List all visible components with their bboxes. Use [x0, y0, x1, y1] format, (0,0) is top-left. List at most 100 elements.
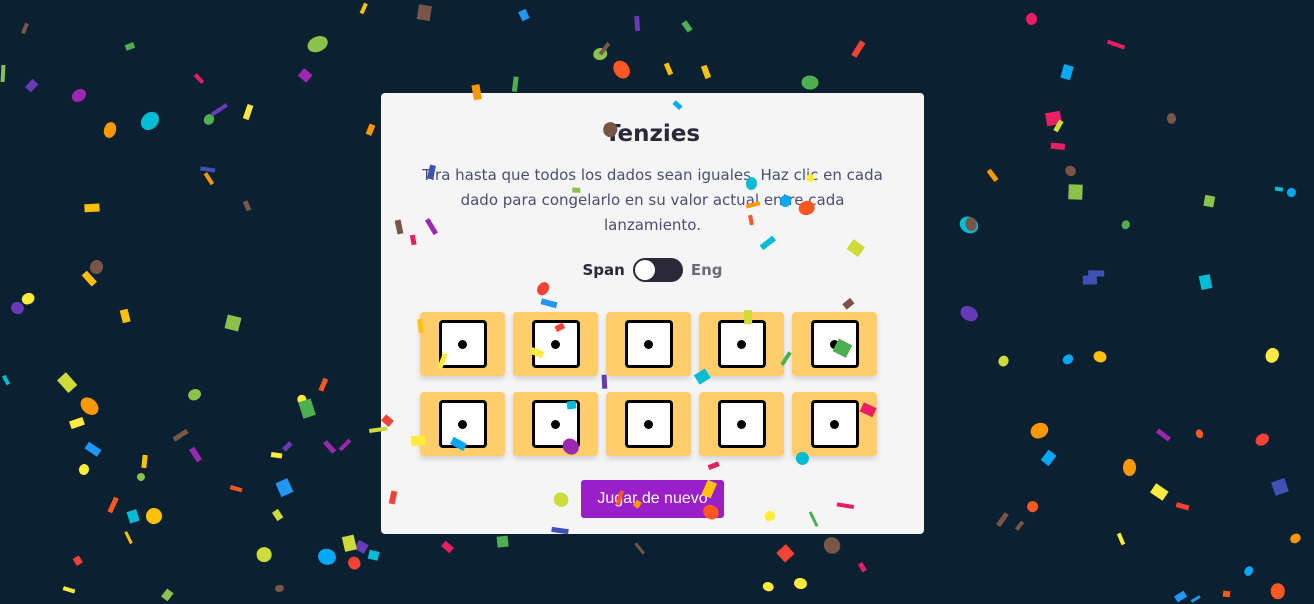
confetti-piece: [1270, 583, 1286, 600]
confetti-piece: [987, 168, 999, 182]
die-10[interactable]: [792, 392, 877, 456]
confetti-piece: [761, 580, 775, 593]
die-2[interactable]: [513, 312, 598, 376]
confetti-piece: [271, 508, 283, 521]
confetti-piece: [338, 438, 351, 452]
language-switch[interactable]: [632, 258, 683, 282]
confetti-piece: [124, 41, 135, 51]
confetti-piece: [189, 445, 203, 462]
language-switch-knob: [634, 260, 655, 280]
confetti-piece: [517, 8, 530, 22]
confetti-piece: [230, 485, 243, 493]
confetti-piece: [1053, 118, 1064, 132]
confetti-piece: [1263, 345, 1282, 365]
die-face: [717, 400, 766, 448]
confetti-piece: [274, 584, 285, 594]
confetti-piece: [820, 534, 844, 558]
confetti-piece: [203, 172, 214, 186]
confetti-piece: [69, 85, 89, 105]
confetti-piece: [345, 553, 363, 571]
die-pip: [458, 419, 467, 429]
die-6[interactable]: [420, 392, 505, 456]
confetti-piece: [9, 299, 27, 317]
die-9[interactable]: [699, 392, 784, 456]
die-pip: [644, 339, 653, 349]
confetti-piece: [1175, 501, 1190, 511]
confetti-piece: [1223, 590, 1231, 598]
confetti-piece: [137, 108, 163, 134]
confetti-piece: [792, 576, 808, 591]
confetti-piece: [1028, 420, 1051, 441]
game-card: Tenzies Tira hasta que todos los dados s…: [381, 93, 924, 534]
confetti-piece: [1116, 532, 1126, 545]
die-pip: [737, 419, 746, 429]
confetti-piece: [201, 111, 217, 127]
play-again-button[interactable]: Jugar de nuevo: [581, 480, 724, 518]
confetti-piece: [83, 203, 100, 213]
confetti-piece: [701, 64, 712, 80]
confetti-piece: [316, 546, 338, 568]
confetti-piece: [1203, 194, 1216, 208]
confetti-piece: [1025, 13, 1037, 26]
confetti-piece: [242, 104, 253, 120]
confetti-piece: [82, 270, 98, 287]
confetti-piece: [275, 478, 294, 498]
confetti-piece: [1122, 458, 1136, 477]
confetti-piece: [271, 452, 283, 460]
confetti-piece: [242, 200, 252, 212]
confetti-piece: [342, 534, 358, 552]
confetti-piece: [776, 543, 795, 562]
confetti-piece: [1242, 564, 1256, 578]
die-pip: [830, 339, 839, 349]
confetti-piece: [1014, 520, 1024, 531]
confetti-piece: [1050, 142, 1065, 150]
confetti-piece: [496, 535, 509, 548]
die-3[interactable]: [606, 312, 691, 376]
confetti-piece: [1060, 64, 1074, 81]
die-pip: [644, 419, 653, 429]
confetti-piece: [77, 393, 103, 419]
confetti-piece: [681, 20, 693, 33]
game-title: Tenzies: [604, 121, 701, 147]
die-face: [438, 320, 487, 368]
die-face: [810, 400, 859, 448]
die-face: [531, 400, 580, 448]
die-8[interactable]: [606, 392, 691, 456]
language-label-english[interactable]: Eng: [691, 261, 723, 279]
confetti-piece: [365, 124, 375, 137]
confetti-piece: [634, 16, 640, 32]
confetti-piece: [142, 505, 166, 528]
confetti-piece: [965, 216, 979, 233]
die-face: [438, 400, 487, 448]
die-7[interactable]: [513, 392, 598, 456]
confetti-piece: [995, 353, 1011, 368]
game-instructions: Tira hasta que todos los dados sean igua…: [422, 166, 883, 234]
confetti-piece: [416, 3, 432, 21]
confetti-piece: [610, 57, 634, 82]
confetti-piece: [295, 393, 309, 407]
die-face: [624, 320, 673, 368]
confetti-piece: [1060, 352, 1075, 367]
die-4[interactable]: [699, 312, 784, 376]
confetti-piece: [2, 374, 11, 386]
confetti-piece: [1253, 431, 1272, 448]
confetti-piece: [512, 76, 519, 92]
confetti-piece: [62, 586, 76, 594]
confetti-piece: [1024, 498, 1040, 514]
confetti-piece: [107, 497, 119, 514]
confetti-piece: [172, 428, 189, 442]
confetti-piece: [1285, 187, 1297, 199]
die-face: [810, 320, 859, 368]
confetti-piece: [297, 398, 316, 419]
die-pip: [551, 339, 560, 349]
confetti-piece: [1174, 590, 1188, 602]
die-face: [717, 320, 766, 368]
confetti-piece: [353, 539, 369, 554]
confetti-piece: [1062, 163, 1078, 179]
die-1[interactable]: [420, 312, 505, 376]
die-5[interactable]: [792, 312, 877, 376]
language-label-spanish[interactable]: Span: [582, 261, 624, 279]
confetti-piece: [1068, 185, 1084, 201]
confetti-piece: [140, 454, 148, 469]
confetti-piece: [20, 23, 29, 35]
